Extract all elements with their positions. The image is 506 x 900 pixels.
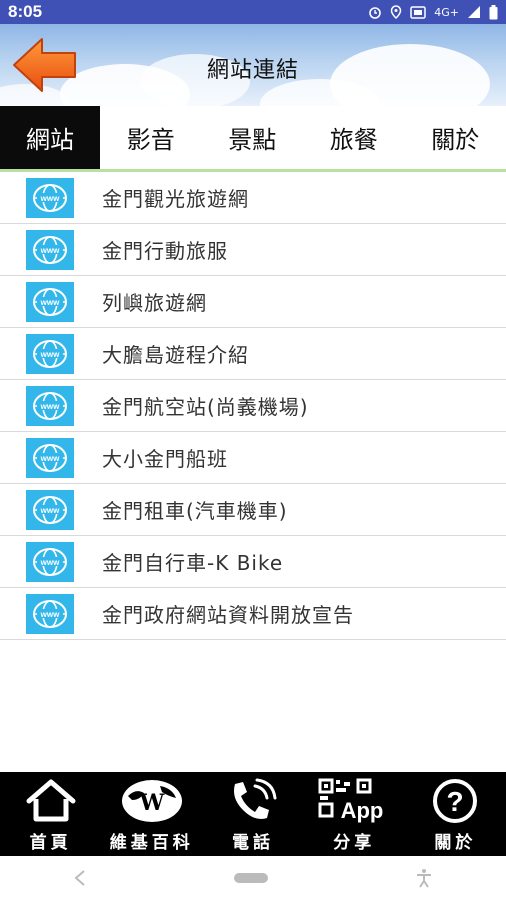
link-label: 金門政府網站資料開放宣告 <box>102 603 354 627</box>
nav-share-label: 分享 <box>333 833 376 853</box>
nav-home[interactable]: 首頁 <box>0 772 101 856</box>
tab-bar: 網站 影音 景點 旅餐 關於 <box>0 106 506 172</box>
tab-attractions[interactable]: 景點 <box>202 106 304 169</box>
cast-icon <box>410 5 426 19</box>
www-globe-icon: www <box>26 489 74 530</box>
nav-phone-label: 電話 <box>232 833 274 853</box>
home-icon <box>25 778 77 824</box>
help-icon: ? <box>431 778 479 824</box>
link-label: 列嶼旅遊網 <box>102 291 207 315</box>
list-item[interactable]: www 金門租車(汽車機車) <box>0 484 506 536</box>
nav-about-label: 關於 <box>434 833 477 853</box>
accessibility-icon[interactable] <box>415 868 433 888</box>
nav-about[interactable]: ? 關於 <box>405 772 506 856</box>
link-label: 金門行動旅服 <box>102 239 228 263</box>
header: 網站連結 <box>0 24 506 106</box>
nav-wikipedia-label: 維基百科 <box>109 833 194 853</box>
status-time: 8:05 <box>8 2 43 21</box>
nav-phone[interactable]: 電話 <box>202 772 303 856</box>
svg-text:www: www <box>40 298 60 307</box>
network-type: 4G+ <box>434 5 459 19</box>
link-label: 金門租車(汽車機車) <box>102 499 288 523</box>
svg-text:App: App <box>341 798 384 823</box>
signal-icon <box>468 6 480 18</box>
list-item[interactable]: www 金門航空站(尚義機場) <box>0 380 506 432</box>
list-item[interactable]: www 大小金門船班 <box>0 432 506 484</box>
nav-share[interactable]: App 分享 <box>304 772 405 856</box>
list-item[interactable]: www 大膽島遊程介紹 <box>0 328 506 380</box>
system-home-pill[interactable] <box>233 873 268 883</box>
link-label: 大膽島遊程介紹 <box>102 343 249 367</box>
system-back-icon[interactable] <box>73 869 87 887</box>
list-item[interactable]: www 列嶼旅遊網 <box>0 276 506 328</box>
svg-text:www: www <box>40 350 60 359</box>
status-bar: 8:05 4G+ <box>0 0 506 24</box>
page-title: 網站連結 <box>206 58 299 83</box>
wikipedia-globe-icon: W <box>120 778 184 824</box>
link-label: 大小金門船班 <box>102 447 228 471</box>
svg-text:W: W <box>138 790 164 816</box>
bottom-nav: 首頁 W 維基百科 電話 App 分享 ? 關於 <box>0 772 506 856</box>
phone-icon <box>225 778 281 824</box>
svg-text:www: www <box>40 194 60 203</box>
www-globe-icon: www <box>26 333 74 374</box>
list-item[interactable]: www 金門行動旅服 <box>0 224 506 276</box>
www-globe-icon: www <box>26 437 74 478</box>
tab-travel-dining[interactable]: 旅餐 <box>303 106 405 169</box>
nav-home-label: 首頁 <box>29 833 72 853</box>
svg-text:www: www <box>40 558 60 567</box>
status-icons: 4G+ <box>368 4 498 20</box>
list-item[interactable]: www 金門政府網站資料開放宣告 <box>0 588 506 640</box>
svg-text:www: www <box>40 402 60 411</box>
link-label: 金門自行車-K Bike <box>102 551 284 575</box>
www-globe-icon: www <box>26 593 74 634</box>
system-nav-bar <box>0 856 506 900</box>
svg-text:www: www <box>40 246 60 255</box>
battery-icon <box>489 4 498 19</box>
svg-text:?: ? <box>447 786 464 817</box>
tab-videos[interactable]: 影音 <box>100 106 202 169</box>
list-item[interactable]: www 金門自行車-K Bike <box>0 536 506 588</box>
www-globe-icon: www <box>26 177 74 218</box>
svg-text:www: www <box>40 454 60 463</box>
link-list: www 金門觀光旅遊網 www 金門行動旅服 www 列嶼旅遊網 www 大膽島… <box>0 172 506 640</box>
www-globe-icon: www <box>26 281 74 322</box>
nav-wikipedia[interactable]: W 維基百科 <box>101 772 202 856</box>
tab-websites[interactable]: 網站 <box>0 106 100 169</box>
link-label: 金門航空站(尚義機場) <box>102 395 309 419</box>
svg-text:www: www <box>40 610 60 619</box>
qr-app-share-icon: App <box>318 778 390 824</box>
www-globe-icon: www <box>26 541 74 582</box>
list-item[interactable]: www 金門觀光旅遊網 <box>0 172 506 224</box>
www-globe-icon: www <box>26 229 74 270</box>
tab-about[interactable]: 關於 <box>405 106 506 169</box>
location-icon <box>390 5 402 19</box>
svg-text:www: www <box>40 506 60 515</box>
www-globe-icon: www <box>26 385 74 426</box>
alarm-icon <box>369 7 382 19</box>
link-label: 金門觀光旅遊網 <box>102 187 249 211</box>
